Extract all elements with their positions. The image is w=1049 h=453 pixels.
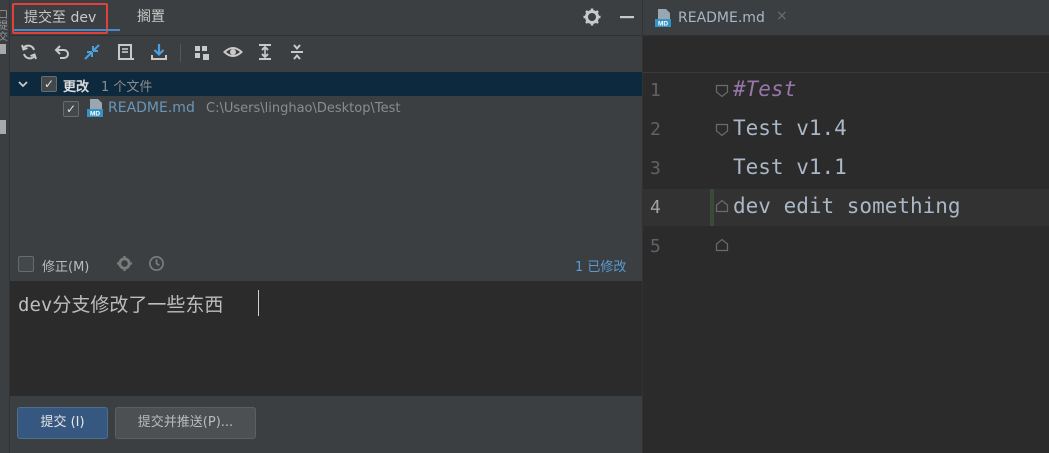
file-path: C:\Users\linghao\Desktop\Test xyxy=(206,101,401,116)
changelist-count: 1 个文件 xyxy=(101,80,153,95)
commit-tool-window: 提交至 dev 搁置 ✓ 更改 1 个文件 ✓ MD README.md C:\… xyxy=(10,0,642,453)
amend-checkbox[interactable] xyxy=(18,256,34,272)
fold-end-icon[interactable] xyxy=(715,238,729,252)
update-download-icon[interactable] xyxy=(149,42,169,62)
markdown-file-icon: MD xyxy=(655,9,671,28)
chevron-down-icon[interactable] xyxy=(17,78,29,90)
line-number: 3 xyxy=(650,158,661,179)
side-tool-strip[interactable] xyxy=(0,0,10,453)
changelist-icon[interactable] xyxy=(116,42,136,62)
status-strip xyxy=(10,445,642,453)
eye-icon[interactable] xyxy=(223,42,243,62)
minimize-icon[interactable] xyxy=(618,8,636,26)
line-number: 5 xyxy=(650,236,661,257)
close-icon[interactable]: × xyxy=(776,8,788,24)
gutter-change-marker[interactable] xyxy=(710,189,714,226)
file-row[interactable]: ✓ MD README.md C:\Users\linghao\Desktop\… xyxy=(10,97,642,121)
rollback-icon[interactable] xyxy=(52,42,72,62)
fold-start-icon[interactable] xyxy=(715,123,729,137)
checkmark-icon: ✓ xyxy=(43,77,55,91)
changelist-checkbox[interactable]: ✓ xyxy=(41,76,57,92)
checkmark-icon: ✓ xyxy=(65,102,77,116)
text-caret xyxy=(258,290,259,316)
svg-text:MD: MD xyxy=(90,111,100,118)
modified-count-link[interactable]: 1 已修改 xyxy=(575,256,626,275)
commit-button[interactable]: 提交 (I) xyxy=(17,407,108,439)
file-checkbox[interactable]: ✓ xyxy=(63,101,79,117)
editor-tab-label[interactable]: README.md xyxy=(678,10,765,26)
changelist-name: 更改 xyxy=(63,80,90,95)
amend-row: 修正(M) 1 已修改 xyxy=(10,250,642,278)
changelist-row[interactable]: ✓ 更改 1 个文件 xyxy=(10,72,642,96)
fold-start-icon[interactable] xyxy=(715,84,729,98)
fold-end-icon[interactable] xyxy=(715,199,729,213)
code-line[interactable]: dev edit something xyxy=(733,194,961,218)
editor-breadcrumb-bar xyxy=(643,36,1049,73)
show-diff-icon[interactable] xyxy=(82,42,102,62)
refresh-icon[interactable] xyxy=(19,42,39,62)
commit-message-text[interactable]: dev分支修改了一些东西 xyxy=(18,290,223,317)
line-number: 4 xyxy=(650,197,661,218)
expand-all-icon[interactable] xyxy=(255,42,275,62)
code-line[interactable]: Test v1.1 xyxy=(733,155,847,179)
side-tool-marker-2 xyxy=(0,120,6,134)
editor-bottom-strip xyxy=(643,445,1049,453)
group-by-icon[interactable] xyxy=(192,42,212,62)
line-number: 1 xyxy=(650,80,661,101)
active-tab-indicator xyxy=(14,29,120,31)
code-line[interactable]: #Test xyxy=(733,77,796,101)
svg-text:MD: MD xyxy=(658,21,668,28)
collapse-all-icon[interactable] xyxy=(287,42,307,62)
file-name: README.md xyxy=(108,100,195,116)
line-number: 2 xyxy=(650,119,661,140)
toolbar-separator xyxy=(180,44,181,62)
amend-label[interactable]: 修正(M) xyxy=(42,256,89,275)
gear-icon[interactable] xyxy=(583,8,601,26)
code-line[interactable]: Test v1.4 xyxy=(733,116,847,140)
markdown-file-icon: MD xyxy=(87,99,103,118)
clock-history-icon[interactable] xyxy=(148,255,165,272)
tab-shelf[interactable]: 搁置 xyxy=(127,3,175,32)
commit-toolbar xyxy=(10,35,642,69)
side-tool-marker xyxy=(0,44,6,54)
commit-options-gear-icon[interactable] xyxy=(116,255,133,272)
commit-and-push-button[interactable]: 提交并推送(P)... xyxy=(115,407,256,439)
side-tool-label: 口 提交 xyxy=(0,10,8,43)
